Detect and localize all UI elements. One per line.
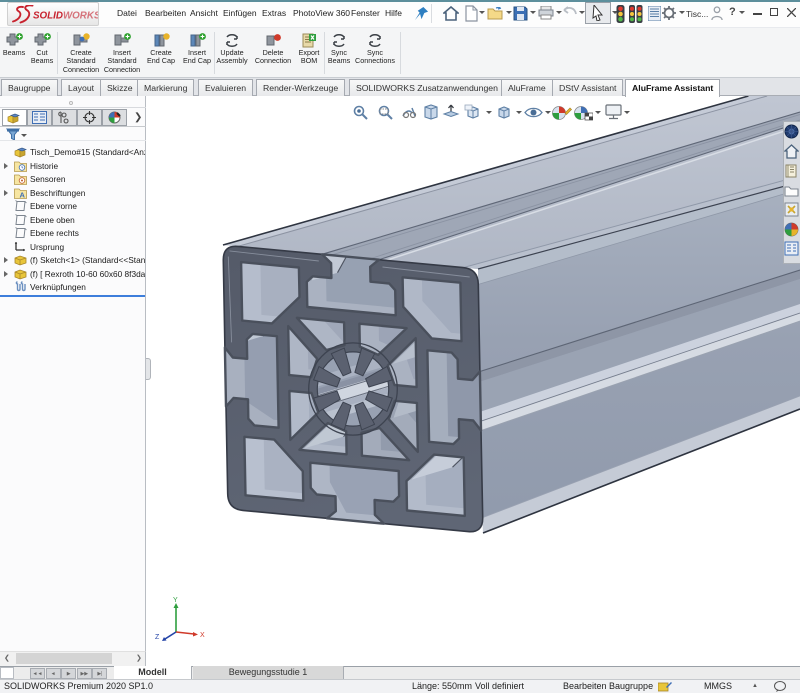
svg-text:SOLIDWORKS: SOLIDWORKS [33, 11, 98, 22]
svg-text:X: X [200, 632, 205, 639]
svg-text:Y: Y [173, 597, 178, 604]
svg-text:A: A [20, 190, 26, 199]
svg-text:Z: Z [155, 634, 160, 641]
